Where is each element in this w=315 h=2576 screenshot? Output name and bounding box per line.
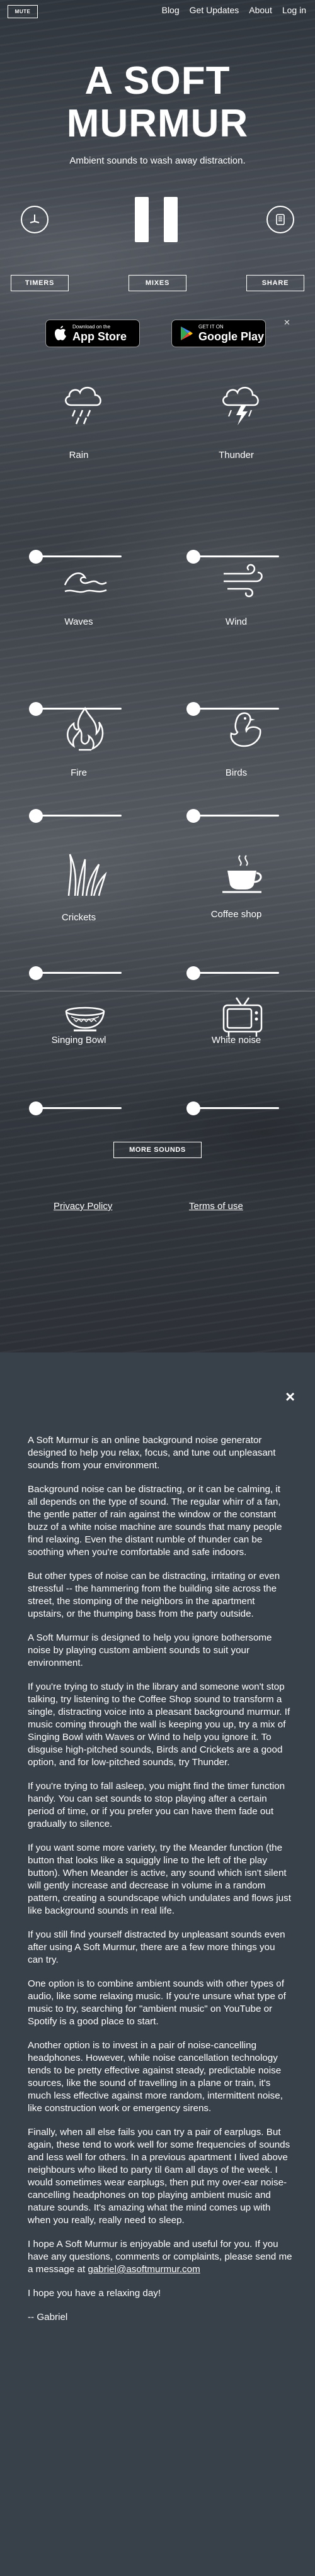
privacy-policy-link[interactable]: Privacy Policy — [54, 1201, 112, 1212]
apple-icon — [55, 326, 66, 340]
google-play-big-text: Google Play — [198, 330, 265, 343]
mute-button[interactable]: MUTE — [8, 5, 38, 18]
volume-slider-knob[interactable] — [29, 550, 43, 564]
google-play-icon — [181, 326, 193, 340]
share-button[interactable]: SHARE — [246, 275, 304, 291]
volume-slider-knob[interactable] — [186, 702, 200, 716]
sound-label: Waves — [64, 616, 93, 627]
about-paragraph: If you're trying to study in the library… — [28, 1681, 290, 1768]
waves-icon — [64, 572, 107, 593]
volume-slider-knob[interactable] — [186, 550, 200, 564]
nav-get-updates-link[interactable]: Get Updates — [190, 5, 239, 15]
mixes-toggle-button[interactable] — [266, 206, 294, 233]
volume-slider-track[interactable] — [36, 972, 122, 974]
volume-slider-knob[interactable] — [186, 809, 200, 823]
app-store-big-text: App Store — [72, 330, 127, 343]
close-icon[interactable]: × — [285, 1387, 295, 1407]
title-line-2: MURMUR — [66, 102, 249, 145]
volume-slider-track[interactable] — [193, 1107, 279, 1109]
about-closing: I hope you have a relaxing day! — [28, 2288, 161, 2299]
sound-label: Thunder — [219, 450, 254, 460]
about-panel: × A Soft Murmur is an online background … — [0, 1352, 315, 2576]
google-play-small-text: GET IT ON — [198, 324, 224, 330]
timer-icon — [30, 215, 40, 223]
volume-slider-knob[interactable] — [186, 966, 200, 980]
rain-cloud-icon — [65, 387, 101, 425]
contact-email-link[interactable]: gabriel@asoftmurmur.com — [88, 2264, 200, 2275]
sound-label: Fire — [71, 767, 87, 778]
timers-button[interactable]: TIMERS — [11, 275, 69, 291]
sound-label: Birds — [225, 767, 248, 778]
volume-slider-track[interactable] — [193, 972, 279, 974]
sound-label: White noise — [211, 1035, 261, 1045]
grass-icon — [67, 854, 107, 896]
volume-slider-knob[interactable] — [29, 966, 43, 980]
top-nav: Blog Get Updates About Log in — [162, 5, 306, 15]
play-pause-button[interactable] — [135, 197, 180, 242]
volume-slider-knob[interactable] — [186, 1101, 200, 1115]
about-signoff: -- Gabriel — [28, 2312, 68, 2322]
volume-slider-track[interactable] — [193, 708, 279, 710]
about-paragraph: One option is to combine ambient sounds … — [28, 1978, 286, 2027]
coffee-cup-icon — [222, 855, 262, 893]
wind-icon — [224, 564, 263, 598]
volume-slider-knob[interactable] — [29, 809, 43, 823]
sound-label: Rain — [69, 450, 89, 460]
volume-slider-knob[interactable] — [29, 702, 43, 716]
fire-icon — [67, 706, 104, 751]
about-contact-paragraph: I hope A Soft Murmur is enjoyable and us… — [28, 2238, 292, 2276]
page-title: A SOFT MURMUR — [0, 60, 315, 145]
volume-slider-track[interactable] — [36, 1107, 122, 1109]
volume-slider-knob[interactable] — [29, 1101, 43, 1115]
sound-label: Crickets — [61, 912, 96, 923]
about-paragraph: If you still find yourself distracted by… — [28, 1929, 285, 1965]
volume-slider-track[interactable] — [36, 815, 122, 817]
about-paragraph: Finally, when all else fails you can try… — [28, 2127, 290, 2226]
sound-label: Singing Bowl — [51, 1035, 106, 1045]
bird-icon — [230, 712, 261, 747]
about-text: A Soft Murmur is an online background no… — [28, 1434, 292, 2335]
about-paragraph: If you're trying to fall asleep, you mig… — [28, 1781, 285, 1829]
sound-label: Wind — [225, 616, 248, 627]
about-paragraph: If you want some more variety, try the M… — [28, 1843, 291, 1916]
thunder-cloud-icon — [222, 387, 259, 425]
more-sounds-button[interactable]: MORE SOUNDS — [113, 1142, 202, 1158]
sound-label: Coffee shop — [210, 909, 262, 920]
app-store-badge[interactable]: Download on the App Store — [45, 320, 140, 347]
pause-icon — [135, 197, 149, 242]
about-paragraph: Background noise can be distracting, or … — [28, 1484, 282, 1558]
page-subtitle: Ambient sounds to wash away distraction. — [69, 155, 246, 166]
pause-icon-bar — [164, 197, 178, 242]
about-paragraph: But other types of noise can be distract… — [28, 1571, 280, 1619]
volume-slider-track[interactable] — [36, 708, 122, 710]
nav-blog-link[interactable]: Blog — [162, 5, 180, 15]
close-ad-icon[interactable]: ✕ — [284, 318, 290, 328]
title-line-1: A SOFT — [84, 59, 231, 103]
volume-slider-track[interactable] — [193, 555, 279, 557]
mixes-icon — [276, 214, 285, 225]
volume-slider-track[interactable] — [193, 815, 279, 817]
meander-button[interactable] — [21, 206, 49, 233]
nav-login-link[interactable]: Log in — [282, 5, 306, 15]
app-store-small-text: Download on the — [72, 324, 111, 330]
nav-about-link[interactable]: About — [249, 5, 272, 15]
about-paragraph: A Soft Murmur is an online background no… — [28, 1435, 276, 1471]
mixes-button[interactable]: MIXES — [129, 275, 186, 291]
terms-of-use-link[interactable]: Terms of use — [189, 1201, 243, 1212]
google-play-badge[interactable]: GET IT ON Google Play — [171, 320, 266, 347]
about-paragraph: A Soft Murmur is designed to help you ig… — [28, 1632, 272, 1668]
about-paragraph: Another option is to invest in a pair of… — [28, 2040, 283, 2114]
volume-slider-track[interactable] — [36, 555, 122, 557]
